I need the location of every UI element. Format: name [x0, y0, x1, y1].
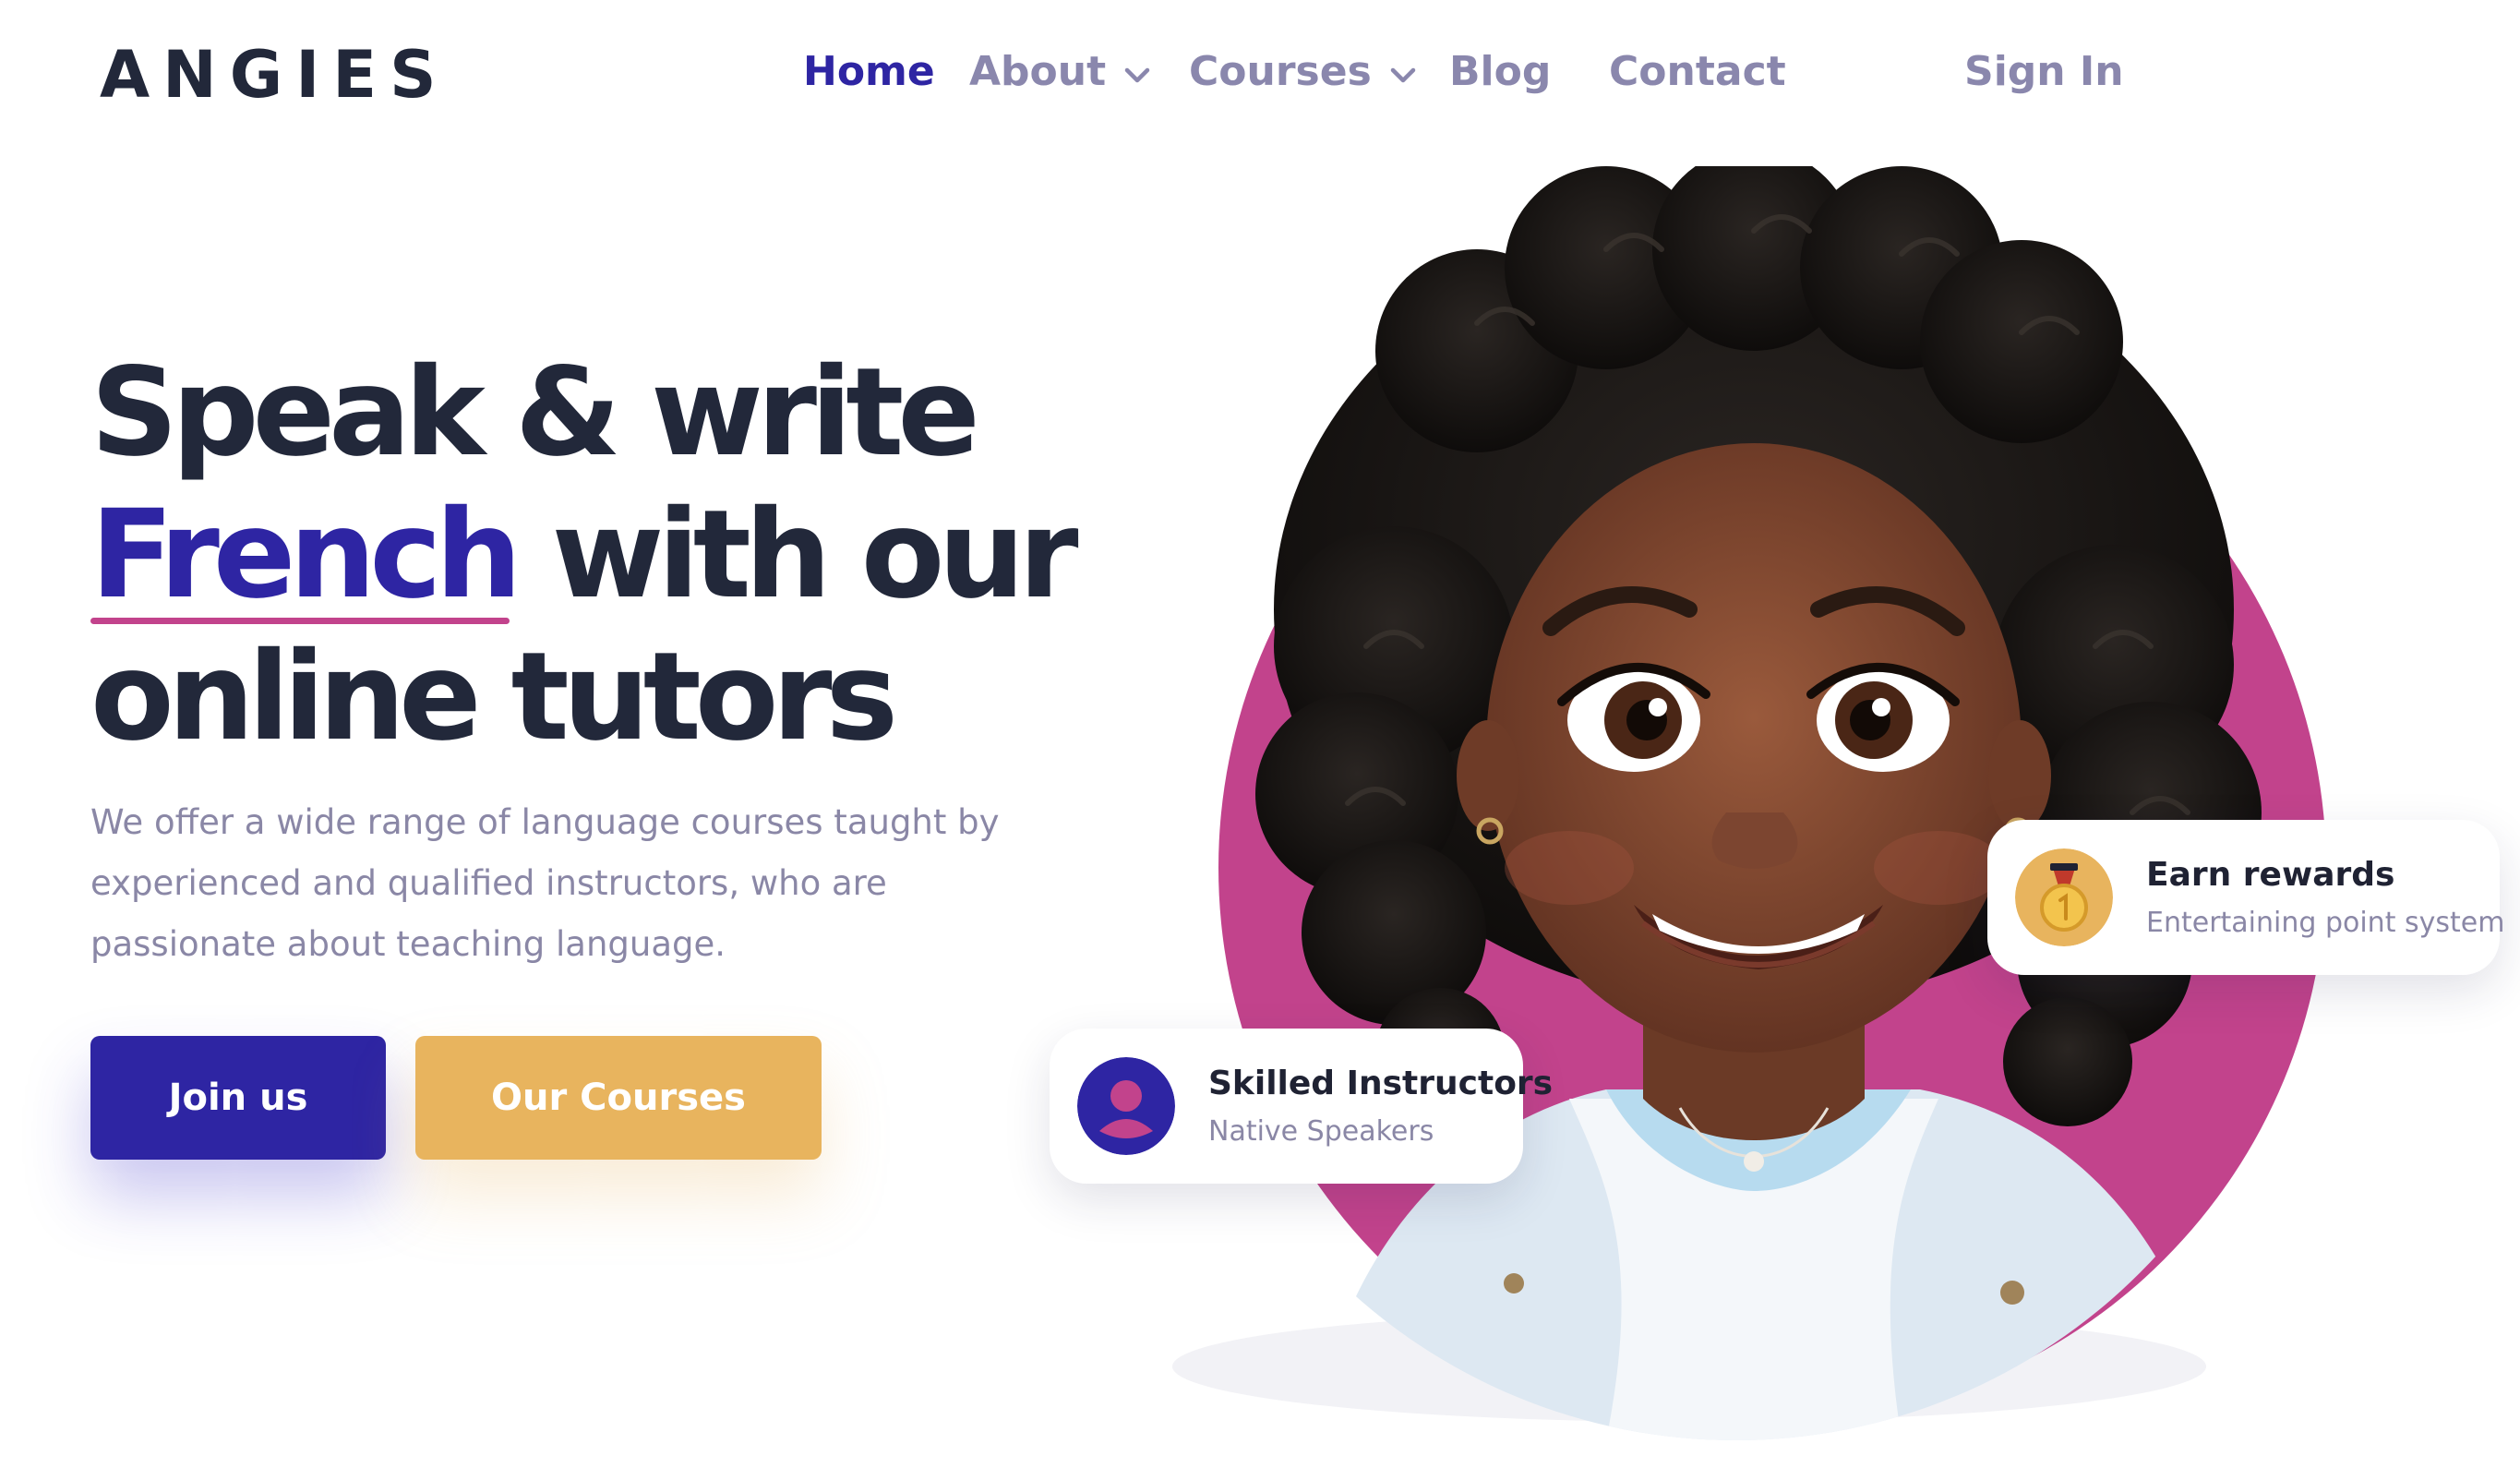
nav-about[interactable]: About — [969, 48, 1150, 95]
nav-home[interactable]: Home — [803, 48, 935, 95]
rewards-card-title: Earn rewards — [2146, 856, 2395, 894]
nav-blog[interactable]: Blog — [1449, 48, 1551, 95]
chevron-down-icon — [1390, 67, 1416, 82]
landing-page: ANGIES Home About Courses Blog Contact S… — [0, 0, 2520, 1468]
rewards-card-subtitle: Entertaining point system — [2146, 907, 2505, 939]
nav-contact[interactable]: Contact — [1609, 48, 1786, 95]
user-icon — [1077, 1057, 1175, 1155]
instructors-card: Skilled Instructors Native Speakers — [1050, 1029, 1553, 1184]
sign-in-link[interactable]: Sign In — [1964, 48, 2124, 95]
join-us-button[interactable]: Join us — [90, 1036, 386, 1160]
rewards-card-text: Earn rewards Entertaining point system — [2146, 856, 2504, 939]
rewards-card: Earn rewards Entertaining point system — [1987, 820, 2504, 975]
hero-headline: Speak & write French with our online tut… — [90, 342, 1106, 768]
instructors-card-subtitle: Native Speakers — [1208, 1115, 1434, 1148]
headline-line-2: with our — [551, 484, 1079, 626]
instructors-card-title: Skilled Instructors — [1208, 1065, 1554, 1102]
medal-icon — [2015, 848, 2113, 946]
accent-underline — [90, 618, 510, 624]
nav-courses[interactable]: Courses — [1189, 48, 1416, 95]
nav-about-label: About — [969, 48, 1107, 95]
chevron-down-icon — [1124, 67, 1150, 82]
nav-blog-label: Blog — [1449, 48, 1552, 95]
tutor-illustration — [1172, 166, 2326, 1440]
main-nav: Home About Courses Blog Contact Sign In — [0, 48, 2520, 113]
our-courses-button[interactable]: Our Courses — [415, 1036, 822, 1160]
headline-line-1: Speak & write — [90, 342, 980, 484]
headline-accent-word: French — [90, 484, 522, 626]
sign-in-label: Sign In — [1964, 48, 2124, 95]
instructors-card-text: Skilled Instructors Native Speakers — [1208, 1065, 1553, 1148]
headline-line-3: online tutors — [90, 626, 898, 768]
nav-contact-label: Contact — [1609, 48, 1786, 95]
nav-home-label: Home — [803, 48, 935, 95]
hero-subtitle: We offer a wide range of language course… — [90, 802, 1000, 964]
nav-courses-label: Courses — [1189, 48, 1372, 95]
